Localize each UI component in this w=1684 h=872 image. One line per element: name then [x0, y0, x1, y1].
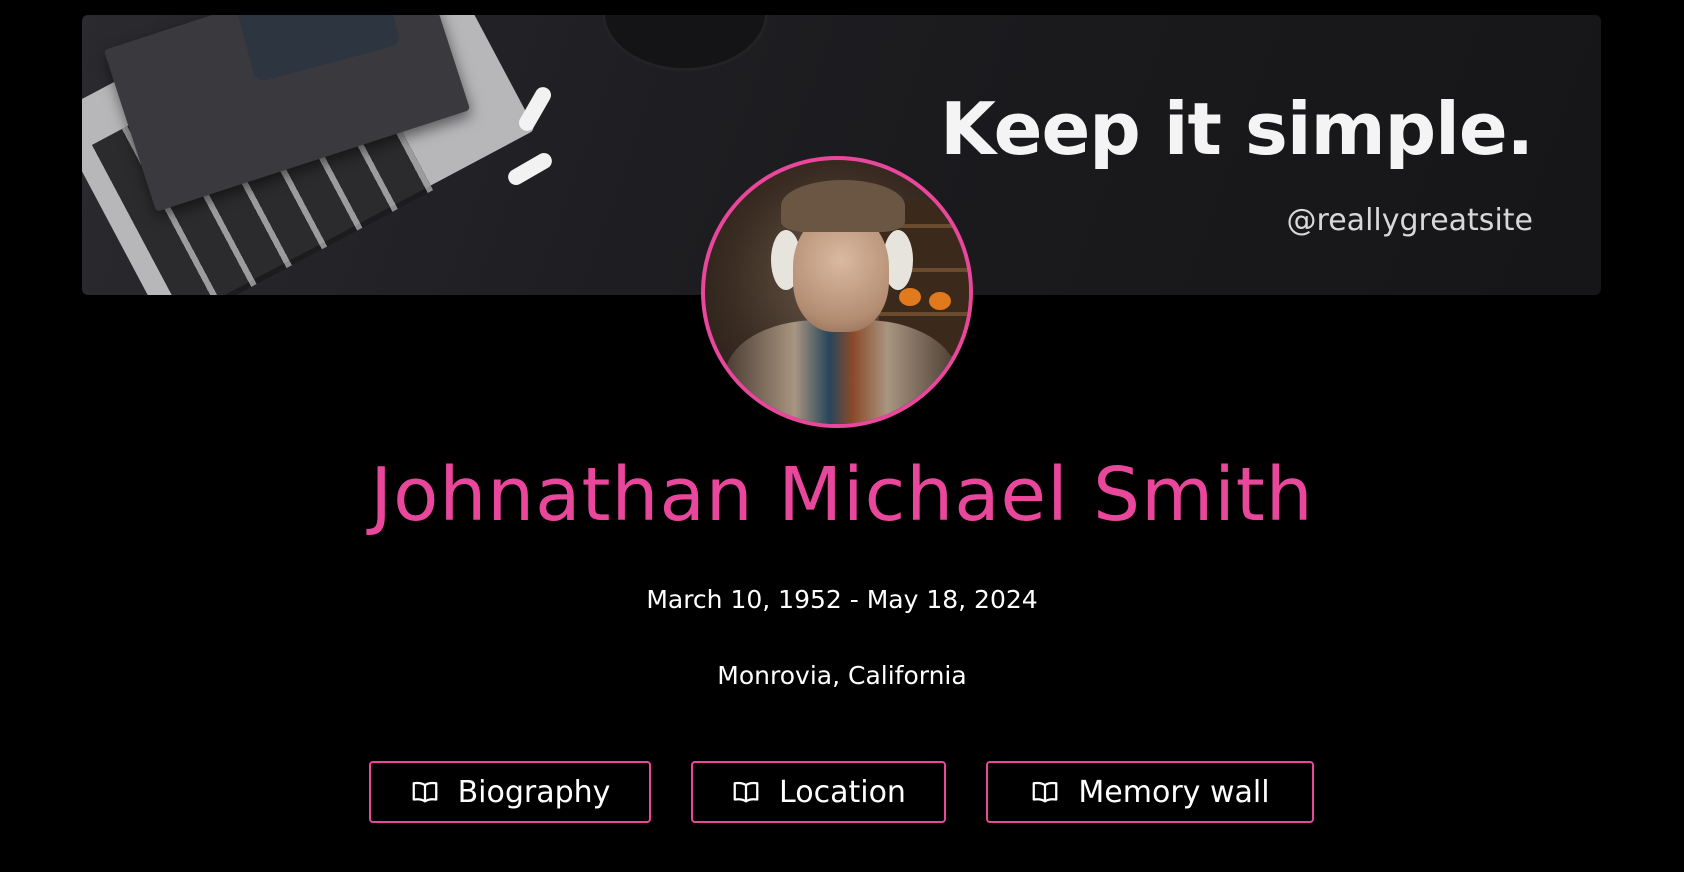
life-dates: March 10, 1952 - May 18, 2024 [646, 585, 1038, 614]
memory-wall-button[interactable]: Memory wall [986, 761, 1314, 823]
banner-cup-graphic [602, 15, 768, 71]
person-location: Monrovia, California [717, 661, 967, 690]
location-button[interactable]: Location [691, 761, 946, 823]
avatar-body [725, 320, 957, 424]
location-button-label: Location [779, 774, 906, 810]
open-book-icon [733, 781, 759, 803]
banner-earbud-graphic [505, 150, 555, 188]
banner-handle: @reallygreatsite [1286, 203, 1533, 238]
profile-avatar [701, 156, 973, 428]
biography-button[interactable]: Biography [369, 761, 651, 823]
avatar-cap [781, 180, 905, 232]
memory-wall-button-label: Memory wall [1078, 774, 1270, 810]
person-name: Johnathan Michael Smith [370, 452, 1314, 538]
open-book-icon [1033, 781, 1058, 803]
banner-title: Keep it simple. [940, 87, 1534, 171]
biography-button-label: Biography [457, 774, 611, 810]
open-book-icon [412, 781, 437, 803]
memorial-page: Keep it simple. @reallygreatsite Johnath… [0, 0, 1684, 872]
